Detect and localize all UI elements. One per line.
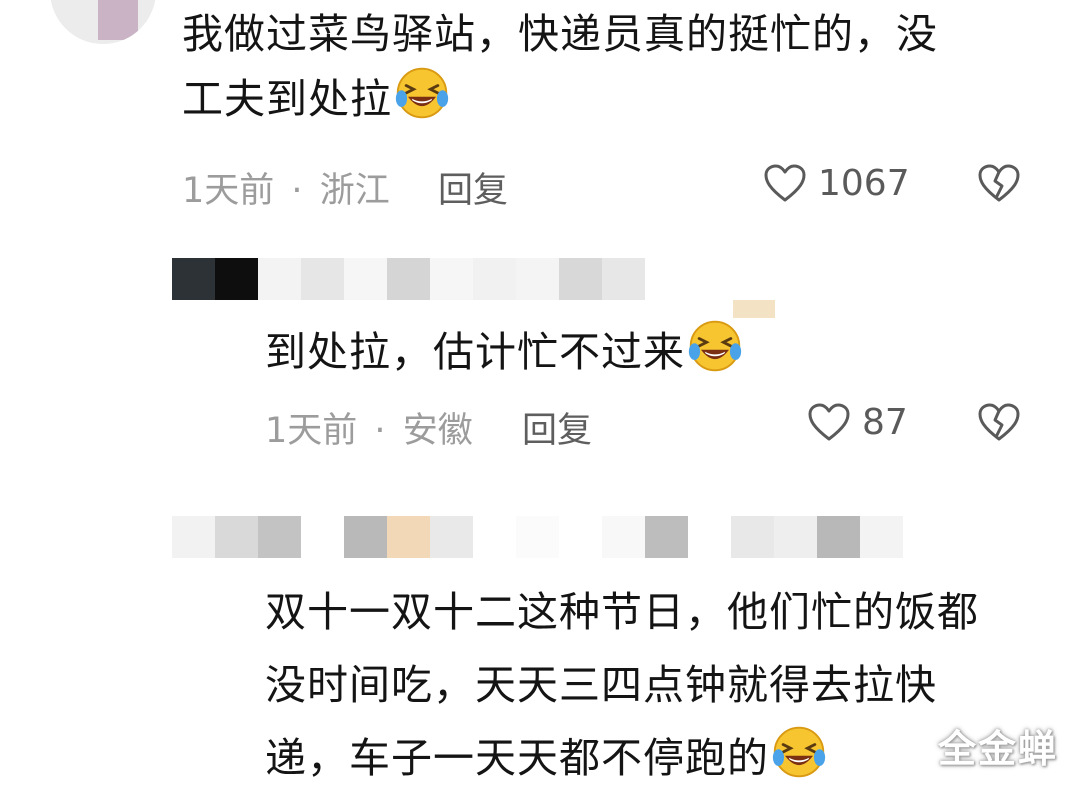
grinning-squinting-tears-emoji xyxy=(688,320,742,372)
watermark: 全金蝉 xyxy=(937,727,1058,771)
reply-button[interactable]: 回复 xyxy=(438,162,508,213)
heart-outline-icon[interactable] xyxy=(807,402,851,442)
comment-meta: 1天前 · 浙江 xyxy=(182,162,390,213)
broken-heart-icon[interactable] xyxy=(977,402,1021,442)
comment-time: 1天前 xyxy=(182,171,275,211)
censored-badge xyxy=(733,300,775,318)
reply-button[interactable]: 回复 xyxy=(522,402,592,453)
censored-username xyxy=(172,516,903,558)
meta-separator: · xyxy=(291,171,303,211)
grinning-squinting-tears-emoji xyxy=(772,726,826,778)
grinning-squinting-tears-emoji xyxy=(395,67,449,119)
censored-username xyxy=(172,258,645,300)
reply-text: 双十一双十二这种节日，他们忙的饭都 没时间吃，天天三四点钟就得去拉快 递，车子一… xyxy=(265,588,979,782)
heart-outline-icon[interactable] xyxy=(763,163,807,203)
meta-separator: · xyxy=(374,411,386,451)
comment-location: 安徽 xyxy=(402,411,473,451)
broken-heart-icon[interactable] xyxy=(977,163,1021,203)
comment-text: 我做过菜鸟驿站，快递员真的挺忙的，没 工夫到处拉 xyxy=(182,10,938,123)
comment-time: 1天前 xyxy=(265,411,358,451)
reply-meta: 1天前 · 安徽 xyxy=(265,402,473,453)
like-count: 1067 xyxy=(818,163,910,204)
comment-location: 浙江 xyxy=(319,171,390,211)
reply-text: 到处拉，估计忙不过来 xyxy=(265,318,743,383)
like-count: 87 xyxy=(862,402,908,443)
avatar[interactable] xyxy=(50,0,156,44)
